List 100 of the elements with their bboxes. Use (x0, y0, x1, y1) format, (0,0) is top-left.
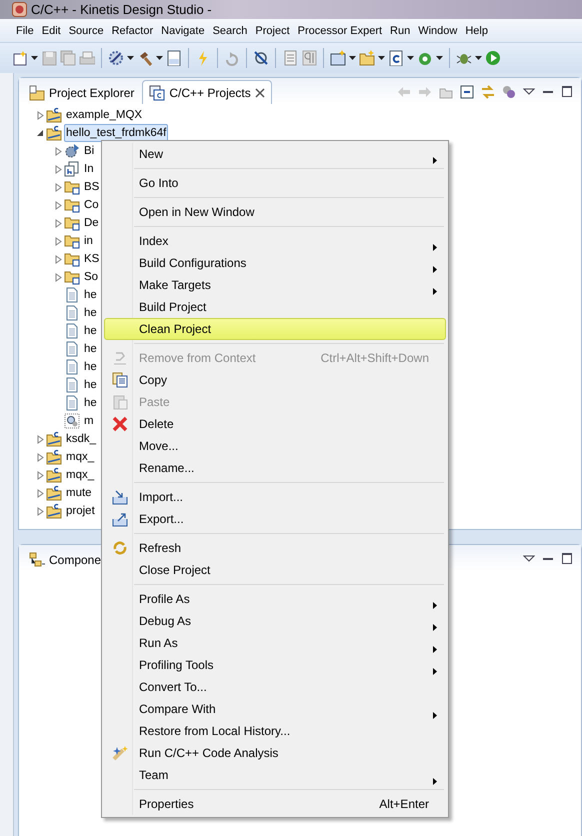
tree-item[interactable]: he (82, 286, 99, 304)
binary-file-icon[interactable] (166, 50, 182, 66)
collapsed-arrow-icon[interactable] (54, 254, 62, 264)
collapsed-arrow-icon[interactable] (54, 200, 62, 210)
menu-item[interactable]: Properties Alt+Enter (104, 793, 446, 815)
menu-item[interactable]: Navigate (157, 20, 209, 42)
menu-item[interactable]: Profiling Tools (104, 654, 446, 676)
collapsed-arrow-icon[interactable] (54, 146, 62, 156)
expanded-arrow-icon[interactable] (36, 128, 44, 138)
tree-item[interactable]: In (82, 160, 96, 178)
tree-item[interactable]: mqx_ (64, 448, 96, 466)
tree-item[interactable]: he (82, 322, 99, 340)
menu-item[interactable]: Convert To... (104, 676, 446, 698)
tree-item[interactable]: he (82, 304, 99, 322)
menu-item[interactable]: Processor Expert (294, 20, 386, 42)
collapse-all-icon[interactable] (460, 85, 474, 99)
collapsed-arrow-icon[interactable] (36, 470, 44, 480)
menu-item[interactable]: Delete (104, 413, 446, 435)
menu-item[interactable]: Project (251, 20, 294, 42)
menu-item[interactable]: Make Targets (104, 274, 446, 296)
pilcrow-icon[interactable] (301, 50, 317, 66)
menu-item[interactable]: File (12, 20, 38, 42)
dropdown-caret-icon[interactable] (407, 56, 414, 60)
menu-item[interactable]: Search (208, 20, 252, 42)
tree-item[interactable]: hello_test_frdmk64f (64, 124, 168, 142)
tree-item[interactable]: ksdk_ (64, 430, 98, 448)
c-file-icon[interactable] (388, 50, 404, 66)
print-icon[interactable] (79, 50, 95, 66)
menu-item[interactable]: Clean Project (104, 318, 446, 340)
dropdown-caret-icon[interactable] (475, 56, 482, 60)
menu-item[interactable]: Go Into (104, 172, 446, 194)
dropdown-caret-icon[interactable] (436, 56, 443, 60)
tree-item[interactable]: KS (82, 250, 102, 268)
tree-item[interactable]: BS (82, 178, 102, 196)
tree-item[interactable]: he (82, 358, 99, 376)
new-folder-icon[interactable] (330, 50, 346, 66)
menu-item[interactable]: Copy (104, 369, 446, 391)
menu-item[interactable]: Profile As (104, 588, 446, 610)
menu-item[interactable]: Compare With (104, 698, 446, 720)
tree-item[interactable]: mute (64, 484, 94, 502)
dropdown-caret-icon[interactable] (31, 56, 38, 60)
dropdown-caret-icon[interactable] (127, 56, 134, 60)
paste-icon (112, 394, 128, 410)
collapsed-arrow-icon[interactable] (54, 272, 62, 282)
menu-item[interactable]: Window (414, 20, 462, 42)
dropdown-caret-icon[interactable] (349, 56, 356, 60)
menu-item[interactable]: Build Configurations (104, 252, 446, 274)
tree-item[interactable]: Bi (82, 142, 96, 160)
tree-item[interactable]: De (82, 214, 101, 232)
tree-item[interactable]: he (82, 376, 99, 394)
menu-item[interactable]: Index (104, 230, 446, 252)
tab[interactable]: Project Explorer (22, 80, 142, 104)
menu-item[interactable]: Source (64, 20, 108, 42)
collapsed-arrow-icon[interactable] (36, 452, 44, 462)
tree-item[interactable]: example_MQX (64, 106, 144, 124)
collapsed-arrow-icon[interactable] (54, 164, 62, 174)
tree-item[interactable]: Co (82, 196, 101, 214)
menu-item[interactable]: Refactor (108, 20, 158, 42)
dropdown-caret-icon[interactable] (156, 56, 163, 60)
tree-item[interactable]: mqx_ (64, 466, 96, 484)
dropdown-caret-icon[interactable] (378, 56, 385, 60)
menu-item[interactable]: Open in New Window (104, 201, 446, 223)
tree-item[interactable]: So (82, 268, 100, 286)
no-symbol-icon[interactable] (253, 50, 269, 66)
document-icon[interactable] (282, 50, 298, 66)
link-arrows-icon[interactable] (481, 85, 495, 99)
close-icon[interactable] (254, 88, 265, 98)
collapsed-arrow-icon[interactable] (54, 182, 62, 192)
menu-item[interactable]: Restore from Local History... (104, 720, 446, 742)
collapsed-arrow-icon[interactable] (54, 218, 62, 228)
collapsed-arrow-icon[interactable] (36, 434, 44, 444)
collapsed-arrow-icon[interactable] (36, 488, 44, 498)
save-all-icon[interactable] (60, 50, 76, 66)
app-icon (12, 2, 27, 17)
menu-item[interactable]: Import... (104, 486, 446, 508)
menu-item[interactable]: Run As (104, 632, 446, 654)
menu-item[interactable]: Rename... (104, 457, 446, 479)
maximize-icon[interactable] (561, 85, 573, 99)
menu-item[interactable]: Build Project (104, 296, 446, 318)
tree-item[interactable]: projet (64, 502, 97, 520)
menu-item[interactable]: Run C/C++ Code Analysis (104, 742, 446, 764)
menu-item[interactable]: Export... (104, 508, 446, 530)
new-icon[interactable] (12, 50, 28, 66)
menu-item[interactable]: New (104, 143, 446, 165)
tree-item[interactable]: in (82, 232, 95, 250)
collapsed-arrow-icon[interactable] (36, 110, 44, 120)
menu-item[interactable]: Move... (104, 435, 446, 457)
undo-icon[interactable] (224, 50, 240, 66)
maximize-icon[interactable] (561, 552, 573, 566)
tree-item[interactable]: he (82, 394, 99, 412)
tree-item[interactable]: he (82, 340, 99, 358)
tab[interactable]: C/C++ Projects (142, 80, 272, 104)
collapsed-arrow-icon[interactable] (54, 236, 62, 246)
menu-item[interactable]: Team (104, 764, 446, 786)
menu-item[interactable]: Debug As (104, 610, 446, 632)
menu-item[interactable]: Edit (38, 20, 65, 42)
collapsed-arrow-icon[interactable] (36, 506, 44, 516)
menu-item[interactable]: Run (386, 20, 414, 42)
menu-item[interactable]: Help (461, 20, 492, 42)
tree-item[interactable]: m (82, 412, 96, 430)
